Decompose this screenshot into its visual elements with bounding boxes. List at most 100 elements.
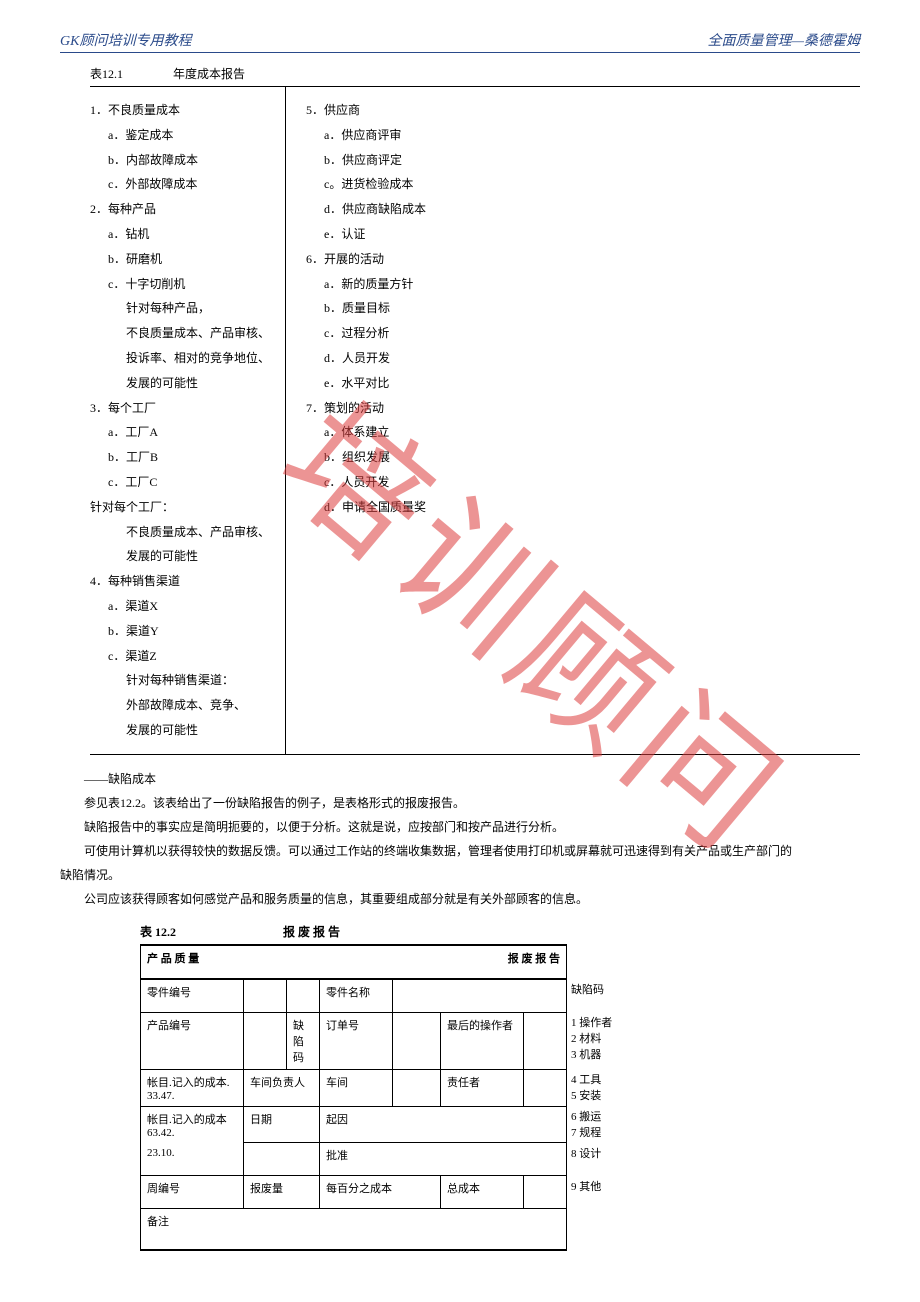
outline-item: b．渠道Y <box>108 620 280 643</box>
outline-item: c．外部故障成本 <box>108 173 280 196</box>
outline-item: 2．每种产品 <box>90 198 280 221</box>
val-shop <box>393 1069 441 1106</box>
header-right: 全面质量管理—桑德霍姆 <box>708 30 860 50</box>
table-12-1-number: 表12.1 <box>90 65 170 82</box>
outline-item: c．十字切削机 <box>108 273 280 296</box>
val-part-name <box>393 979 567 1013</box>
outline-item: e．水平对比 <box>324 372 426 395</box>
outline-item: d．申请全国质量奖 <box>324 496 426 519</box>
val-part-no-2 <box>287 979 320 1013</box>
lbl-part-name: 零件名称 <box>320 979 393 1013</box>
outline-item: b．组织发展 <box>324 446 426 469</box>
table-12-1-title: 年度成本报告 <box>173 67 245 81</box>
table-12-1-caption: 表12.1 年度成本报告 <box>90 61 860 87</box>
outline-item: d．人员开发 <box>324 347 426 370</box>
para-facts-concise: 缺陷报告中的事实应是简明扼要的，以便于分析。这就是说，应按部门和按产品进行分析。 <box>60 815 860 839</box>
lbl-product-no: 产品编号 <box>141 1012 244 1069</box>
header-left: GK顾问培训专用教程 <box>60 30 191 50</box>
table-12-2-caption: 表 12.2 报 废 报 告 <box>140 923 860 940</box>
lbl-scrap-qty: 报废量 <box>244 1176 320 1209</box>
t2-header-right: 报 废 报 告 <box>393 945 567 979</box>
lbl-cause: 起因 <box>320 1106 567 1143</box>
lbl-last-op: 最后的操作者 <box>441 1012 524 1069</box>
table-12-2-title: 报 废 报 告 <box>283 925 340 939</box>
lbl-defect-code: 缺陷码 <box>287 1012 320 1069</box>
lbl-acct1: 帐目.记入的成本. 33.47. <box>141 1069 244 1106</box>
lbl-responsible: 责任者 <box>441 1069 524 1106</box>
outline-item: 发展的可能性 <box>126 545 280 568</box>
outline-item: 针对每个工厂： <box>90 496 280 519</box>
outline-item: 针对每种销售渠道： <box>126 669 280 692</box>
lbl-total-cost: 总成本 <box>441 1176 524 1209</box>
outline-item: c．工厂C <box>108 471 280 494</box>
para-see-12-2: 参见表12.2。该表给出了一份缺陷报告的例子，是表格形式的报废报告。 <box>60 791 860 815</box>
outline-item: 5．供应商 <box>306 99 426 122</box>
outline-item: 外部故障成本、竞争、 <box>126 694 280 717</box>
side-2: 4 工具5 安装 <box>567 1069 631 1106</box>
outline-item: a．供应商评审 <box>324 124 426 147</box>
outline-item: 发展的可能性 <box>126 719 280 742</box>
outline-item: 不良质量成本、产品审核、 <box>126 521 280 544</box>
outline-item: c．人员开发 <box>324 471 426 494</box>
outline-item: a．鉴定成本 <box>108 124 280 147</box>
outline-item: c．过程分析 <box>324 322 426 345</box>
lbl-acct2: 帐目.记入的成本 63.42. <box>141 1106 244 1143</box>
side-1: 1 操作者2 材料3 机器 <box>567 1012 631 1069</box>
outline-item: b．内部故障成本 <box>108 149 280 172</box>
outline-item: a．钻机 <box>108 223 280 246</box>
lbl-shop: 车间 <box>320 1069 393 1106</box>
table-12-1-body: 1．不良质量成本a．鉴定成本b．内部故障成本c．外部故障成本2．每种产品a．钻机… <box>90 87 860 755</box>
val-product-no <box>244 1012 287 1069</box>
para-customer-info: 公司应该获得顾客如何感觉产品和服务质量的信息，其重要组成部分就是有关外部顾客的信… <box>60 887 860 911</box>
outline-item: d．供应商缺陷成本 <box>324 198 426 221</box>
outline-item: b．工厂B <box>108 446 280 469</box>
para-defect-cost-heading: ——缺陷成本 <box>60 767 860 791</box>
outline-item: a．工厂A <box>108 421 280 444</box>
outline-item: c。进货检验成本 <box>324 173 426 196</box>
outline-item: 不良质量成本、产品审核、 <box>126 322 280 345</box>
t2-header-left: 产 品 质 量 <box>141 945 393 979</box>
val-date <box>244 1143 320 1176</box>
outline-item: a．体系建立 <box>324 421 426 444</box>
outline-item: 3．每个工厂 <box>90 397 280 420</box>
outline-item: 6．开展的活动 <box>306 248 426 271</box>
lbl-approve: 批准 <box>320 1143 567 1176</box>
side-title: 缺陷码 <box>567 979 631 1013</box>
outline-item: c．渠道Z <box>108 645 280 668</box>
outline-item: e．认证 <box>324 223 426 246</box>
outline-item: 1．不良质量成本 <box>90 99 280 122</box>
outline-item: 7．策划的活动 <box>306 397 426 420</box>
table-12-2: 产 品 质 量 报 废 报 告 零件编号 零件名称 缺陷码 产品编号 缺陷码 订… <box>140 944 631 1252</box>
val-order-no <box>393 1012 441 1069</box>
val-total-cost <box>524 1176 567 1209</box>
lbl-date: 日期 <box>244 1106 320 1143</box>
outline-item: a．新的质量方针 <box>324 273 426 296</box>
lbl-remark: 备注 <box>141 1209 567 1251</box>
body-text: ——缺陷成本 参见表12.2。该表给出了一份缺陷报告的例子，是表格形式的报废报告… <box>60 767 860 911</box>
table-12-2-number: 表 12.2 <box>140 923 280 940</box>
val-last-op <box>524 1012 567 1069</box>
val-responsible <box>524 1069 567 1106</box>
lbl-acct3: 23.10. <box>141 1143 244 1176</box>
lbl-cost-per-100: 每百分之成本 <box>320 1176 441 1209</box>
side-5: 9 其他 <box>567 1176 631 1209</box>
lbl-shop-resp: 车间负责人 <box>244 1069 320 1106</box>
val-part-no <box>244 979 287 1013</box>
outline-item: b．研磨机 <box>108 248 280 271</box>
side-4: 8 设计 <box>567 1143 631 1176</box>
page-header: GK顾问培训专用教程 全面质量管理—桑德霍姆 <box>60 30 860 53</box>
outline-item: 针对每种产品， <box>126 297 280 320</box>
lbl-part-no: 零件编号 <box>141 979 244 1013</box>
para-computer-feedback-1: 可使用计算机以获得较快的数据反馈。可以通过工作站的终端收集数据，管理者使用打印机… <box>60 839 860 863</box>
table-12-1-right-col: 5．供应商a．供应商评审b．供应商评定c。进货检验成本d．供应商缺陷成本e．认证… <box>286 87 431 754</box>
lbl-order-no: 订单号 <box>320 1012 393 1069</box>
outline-item: a．渠道X <box>108 595 280 618</box>
para-computer-feedback-2: 缺陷情况。 <box>60 863 860 887</box>
outline-item: 发展的可能性 <box>126 372 280 395</box>
lbl-week-no: 周编号 <box>141 1176 244 1209</box>
table-12-1-left-col: 1．不良质量成本a．鉴定成本b．内部故障成本c．外部故障成本2．每种产品a．钻机… <box>90 87 286 754</box>
side-3: 6 搬运7 规程 <box>567 1106 631 1143</box>
outline-item: b．质量目标 <box>324 297 426 320</box>
outline-item: 4．每种销售渠道 <box>90 570 280 593</box>
outline-item: 投诉率、相对的竞争地位、 <box>126 347 280 370</box>
